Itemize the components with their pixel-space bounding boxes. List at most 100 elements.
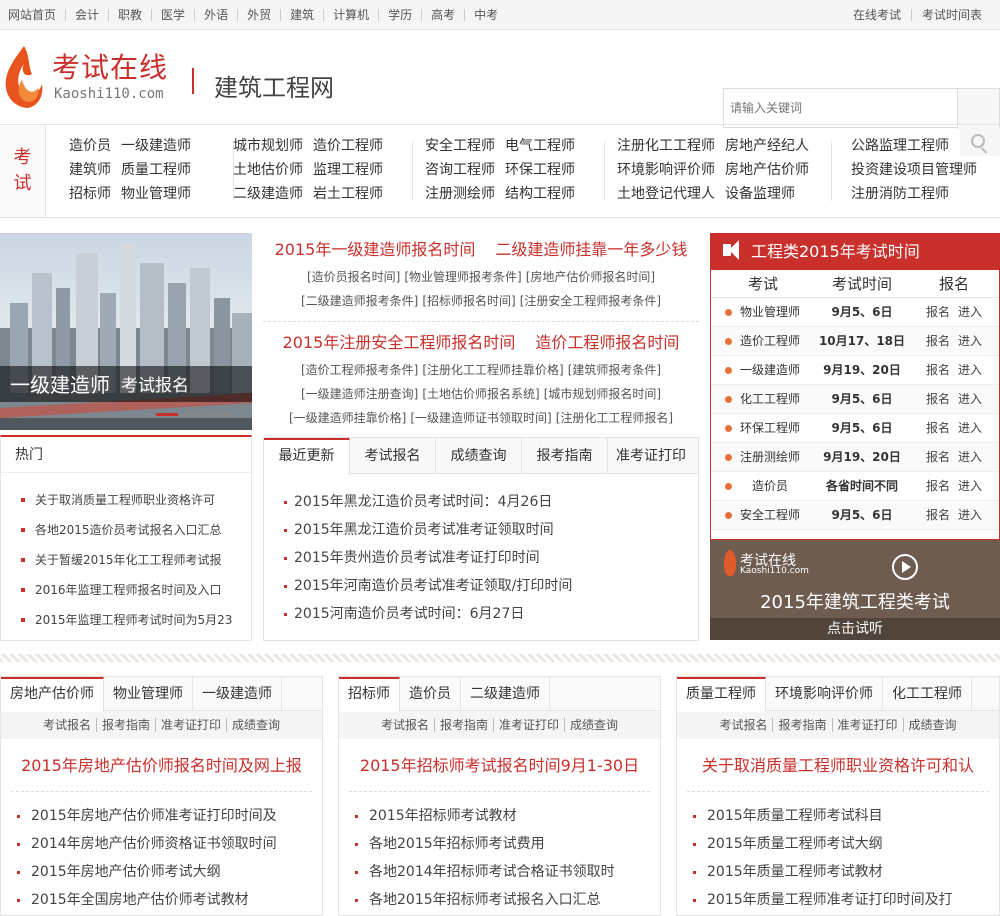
- category-link[interactable]: 结构工程师: [505, 186, 575, 202]
- enroll-link[interactable]: 报名: [926, 450, 950, 464]
- category-link[interactable]: 城市规划师: [233, 138, 303, 154]
- sub-link[interactable]: [物业管理师报考条件]: [404, 270, 521, 284]
- category-link[interactable]: 建筑师: [69, 162, 111, 178]
- list-item[interactable]: 2015年全国房地产估价师考试教材: [17, 886, 322, 914]
- list-item[interactable]: 2015年质量工程师考试教材: [693, 858, 999, 886]
- panel-tab[interactable]: 一级建造师: [193, 677, 282, 710]
- tab-scores[interactable]: 成绩查询: [436, 438, 522, 473]
- slider-dot[interactable]: [156, 413, 178, 416]
- list-item[interactable]: 2015年贵州造价员考试准考证打印时间: [284, 544, 698, 572]
- sub-link[interactable]: [注册化工工程师挂靠价格]: [422, 363, 563, 377]
- headline-link[interactable]: 2015年注册安全工程师报名时间: [283, 333, 516, 352]
- list-item[interactable]: 各地2014年招标师考试合格证书领取时: [355, 858, 660, 886]
- panel-tab[interactable]: 物业管理师: [104, 677, 193, 710]
- tab-admission-ticket[interactable]: 准考证打印: [608, 438, 694, 473]
- enter-link[interactable]: 进入: [958, 363, 982, 377]
- category-link[interactable]: 土地登记代理人: [617, 186, 715, 202]
- top-nav-item[interactable]: 学历: [378, 8, 421, 21]
- panel-headline[interactable]: 2015年房地产估价师报名时间及网上报: [1, 751, 322, 781]
- enroll-link[interactable]: 报名: [926, 508, 950, 522]
- tab-guide[interactable]: 报考指南: [522, 438, 608, 473]
- list-item[interactable]: 2015年监理工程师考试时间为5月23: [21, 605, 251, 635]
- category-link[interactable]: 招标师: [69, 186, 111, 202]
- category-link[interactable]: 土地估价师: [233, 162, 303, 178]
- category-link[interactable]: 注册消防工程师: [851, 186, 949, 202]
- category-link[interactable]: 电气工程师: [505, 138, 575, 154]
- sub-link[interactable]: [房地产估价师报名时间]: [526, 270, 655, 284]
- category-link[interactable]: 环境影响评价师: [617, 162, 715, 178]
- list-item[interactable]: 2015年河南造价员考试准考证领取/打印时间: [284, 572, 698, 600]
- panel-link[interactable]: 准考证打印: [155, 718, 222, 732]
- panel-link[interactable]: 考试报名: [43, 718, 91, 732]
- category-link[interactable]: 二级建造师: [233, 186, 303, 202]
- panel-tab[interactable]: 化工工程师: [883, 677, 972, 710]
- category-link[interactable]: 注册化工工程师: [617, 138, 715, 154]
- list-item[interactable]: 各地2015造价员考试报名入口汇总: [21, 515, 251, 545]
- category-link[interactable]: 环保工程师: [505, 162, 575, 178]
- exam-name[interactable]: 注册测绘师: [740, 450, 800, 464]
- panel-tab[interactable]: 造价员: [400, 677, 461, 710]
- category-link[interactable]: 设备监理师: [725, 186, 795, 202]
- enroll-link[interactable]: 报名: [926, 479, 950, 493]
- enroll-link[interactable]: 报名: [926, 305, 950, 319]
- category-link[interactable]: 物业管理师: [121, 186, 191, 202]
- panel-link[interactable]: 准考证打印: [831, 718, 898, 732]
- enter-link[interactable]: 进入: [958, 334, 982, 348]
- top-nav-item[interactable]: 外贸: [237, 8, 280, 21]
- exam-name[interactable]: 造价工程师: [740, 334, 800, 348]
- panel-link[interactable]: 考试报名: [381, 718, 429, 732]
- search-input[interactable]: [724, 89, 958, 127]
- list-item[interactable]: 2015年招标师考试教材: [355, 802, 660, 830]
- enroll-link[interactable]: 报名: [926, 421, 950, 435]
- category-link[interactable]: 注册测绘师: [425, 186, 495, 202]
- exam-name[interactable]: 物业管理师: [740, 305, 800, 319]
- panel-link[interactable]: 成绩查询: [902, 718, 957, 732]
- panel-tab[interactable]: 环境影响评价师: [766, 677, 883, 710]
- list-item[interactable]: 2015年质量工程师考试科目: [693, 802, 999, 830]
- list-item[interactable]: 2015年黑龙江造价员考试准考证领取时间: [284, 516, 698, 544]
- sub-link[interactable]: [注册安全工程师报考条件]: [520, 294, 661, 308]
- online-exam-link[interactable]: 在线考试: [843, 9, 911, 21]
- panel-link[interactable]: 报考指南: [772, 718, 827, 732]
- headline-link[interactable]: 二级建造师挂靠一年多少钱: [495, 240, 687, 259]
- enroll-link[interactable]: 报名: [926, 363, 950, 377]
- top-nav-item[interactable]: 会计: [65, 8, 108, 21]
- enter-link[interactable]: 进入: [958, 421, 982, 435]
- panel-link[interactable]: 报考指南: [433, 718, 488, 732]
- headline-link[interactable]: 造价工程师报名时间: [535, 333, 679, 352]
- play-icon[interactable]: [892, 554, 918, 580]
- exam-name[interactable]: 安全工程师: [740, 508, 800, 522]
- headline-link[interactable]: 2015年一级建造师报名时间: [275, 240, 476, 259]
- sub-link[interactable]: [一级建造师证书领取时间]: [410, 411, 551, 425]
- sub-link[interactable]: [造价工程师报考条件]: [301, 363, 418, 377]
- panel-headline[interactable]: 2015年招标师考试报名时间9月1-30日: [339, 751, 660, 781]
- list-item[interactable]: 2014年房地产估价师资格证书领取时间: [17, 830, 322, 858]
- sub-link[interactable]: [一级建造师注册查询]: [301, 387, 418, 401]
- category-link[interactable]: 房地产估价师: [725, 162, 809, 178]
- panel-link[interactable]: 考试报名: [719, 718, 767, 732]
- exam-schedule-link[interactable]: 考试时间表: [910, 8, 992, 21]
- category-link[interactable]: 监理工程师: [313, 162, 383, 178]
- category-link[interactable]: 安全工程师: [425, 138, 495, 154]
- enter-link[interactable]: 进入: [958, 450, 982, 464]
- panel-tab[interactable]: 二级建造师: [461, 677, 550, 710]
- list-item[interactable]: 2015年质量工程师准考证打印时间及打: [693, 886, 999, 914]
- exam-name[interactable]: 化工工程师: [740, 392, 800, 406]
- category-link[interactable]: 造价员: [69, 138, 111, 154]
- enter-link[interactable]: 进入: [958, 508, 982, 522]
- slider-dot[interactable]: [182, 413, 204, 416]
- panel-tab[interactable]: 房地产估价师: [1, 677, 104, 712]
- top-nav-item[interactable]: 计算机: [323, 8, 378, 21]
- enter-link[interactable]: 进入: [958, 479, 982, 493]
- panel-tab[interactable]: 质量工程师: [677, 677, 766, 712]
- category-link[interactable]: 一级建造师: [121, 138, 191, 154]
- category-link[interactable]: 公路监理工程师: [851, 138, 949, 154]
- exam-name[interactable]: 环保工程师: [740, 421, 800, 435]
- list-item[interactable]: 2015年质量工程师考试大纲: [693, 830, 999, 858]
- video-promo[interactable]: 考试在线 Kaoshi110.com 2015年建筑工程类考试 点击试听: [710, 540, 1000, 640]
- list-item[interactable]: 各地2015年招标师考试报名入口汇总: [355, 886, 660, 914]
- list-item[interactable]: 各地2015年招标师考试费用: [355, 830, 660, 858]
- panel-link[interactable]: 准考证打印: [493, 718, 560, 732]
- list-item[interactable]: 2015年黑龙江造价员考试时间：4月26日: [284, 488, 698, 516]
- top-nav-item[interactable]: 职教: [108, 8, 151, 21]
